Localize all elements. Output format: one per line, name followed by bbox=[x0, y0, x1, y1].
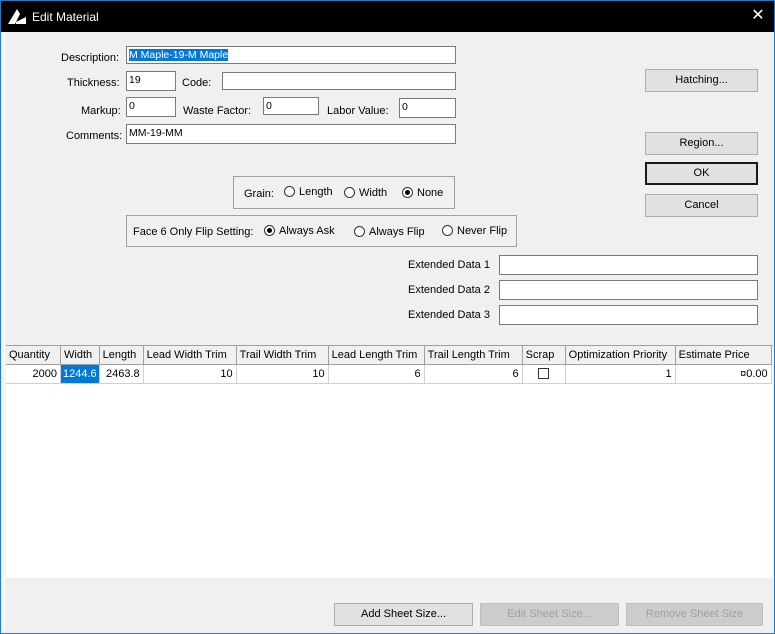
extended-data-2-label: Extended Data 2 bbox=[408, 284, 490, 296]
radio-button[interactable] bbox=[354, 226, 365, 237]
window-title: Edit Material bbox=[32, 10, 99, 24]
flip-setting-group: Face 6 Only Flip Setting: Always Ask Alw… bbox=[126, 215, 517, 247]
cancel-button[interactable]: Cancel bbox=[645, 194, 758, 217]
cell-width[interactable]: 1244.6 bbox=[60, 364, 100, 384]
extended-data-1-field[interactable] bbox=[499, 255, 758, 275]
radio-button[interactable] bbox=[442, 225, 453, 236]
description-field[interactable]: M Maple-19-M Maple bbox=[126, 46, 456, 64]
sheet-size-grid[interactable]: Quantity Width Length Lead Width Trim Tr… bbox=[6, 345, 773, 579]
code-field[interactable] bbox=[222, 72, 456, 90]
col-header-quantity[interactable]: Quantity bbox=[6, 346, 61, 365]
ok-button[interactable]: OK bbox=[645, 162, 758, 185]
cell-trail-length-trim[interactable]: 6 bbox=[424, 364, 523, 384]
comments-label: Comments: bbox=[66, 130, 123, 142]
labor-value-label: Labor Value: bbox=[327, 105, 389, 117]
extended-data-3-field[interactable] bbox=[499, 305, 758, 325]
thickness-label: Thickness: bbox=[67, 77, 120, 89]
sheet-size-table: Quantity Width Length Lead Width Trim Tr… bbox=[6, 346, 772, 384]
cell-length[interactable]: 2463.8 bbox=[99, 364, 144, 384]
comments-field[interactable]: MM-19-MM bbox=[126, 124, 456, 144]
close-icon: ✕ bbox=[751, 7, 765, 24]
sheet-size-actions: Add Sheet Size... Edit Sheet Size... Rem… bbox=[6, 578, 773, 632]
cell-scrap[interactable] bbox=[522, 364, 566, 384]
flip-option-always-ask[interactable]: Always Ask bbox=[264, 225, 335, 237]
grain-label: Grain: bbox=[244, 188, 274, 200]
hatching-button[interactable]: Hatching... bbox=[645, 69, 758, 92]
flip-option-always-flip[interactable]: Always Flip bbox=[354, 226, 425, 238]
cell-lead-width-trim[interactable]: 10 bbox=[143, 364, 237, 384]
grain-group: Grain: Length Width None bbox=[233, 176, 455, 209]
col-header-width[interactable]: Width bbox=[60, 346, 100, 365]
close-button[interactable]: ✕ bbox=[750, 7, 766, 25]
radio-button[interactable] bbox=[344, 187, 355, 198]
col-header-length[interactable]: Length bbox=[99, 346, 144, 365]
remove-sheet-size-button[interactable]: Remove Sheet Size bbox=[626, 603, 763, 626]
grain-option-length-label: Length bbox=[299, 186, 333, 198]
extended-data-3-label: Extended Data 3 bbox=[408, 309, 490, 321]
cell-estimate-price[interactable]: ¤0.00 bbox=[675, 364, 772, 384]
flip-option-always-flip-label: Always Flip bbox=[369, 226, 425, 238]
scrap-checkbox[interactable] bbox=[538, 368, 550, 379]
cell-optimization-priority[interactable]: 1 bbox=[565, 364, 676, 384]
flip-option-never-flip-label: Never Flip bbox=[457, 225, 508, 237]
col-header-scrap[interactable]: Scrap bbox=[522, 346, 566, 365]
grain-option-width-label: Width bbox=[359, 187, 388, 199]
labor-value-field[interactable]: 0 bbox=[399, 98, 456, 118]
grain-option-length[interactable]: Length bbox=[284, 186, 333, 198]
code-label: Code: bbox=[182, 77, 212, 89]
extended-data-2-field[interactable] bbox=[499, 280, 758, 300]
region-button[interactable]: Region... bbox=[645, 132, 758, 155]
edit-sheet-size-button[interactable]: Edit Sheet Size... bbox=[480, 603, 619, 626]
radio-button[interactable] bbox=[284, 186, 295, 197]
col-header-trail-width-trim[interactable]: Trail Width Trim bbox=[236, 346, 329, 365]
table-row[interactable]: 2000 1244.6 2463.8 10 10 6 6 1 ¤0.00 bbox=[6, 364, 772, 384]
cell-trail-width-trim[interactable]: 10 bbox=[236, 364, 329, 384]
edit-material-dialog: Edit Material ✕ Description: M Maple-19-… bbox=[0, 0, 775, 634]
title-bar[interactable]: Edit Material ✕ bbox=[1, 1, 774, 32]
grain-option-width[interactable]: Width bbox=[344, 187, 387, 199]
cell-lead-length-trim[interactable]: 6 bbox=[328, 364, 425, 384]
cell-quantity[interactable]: 2000 bbox=[6, 364, 61, 384]
markup-field[interactable]: 0 bbox=[126, 97, 176, 117]
markup-label: Markup: bbox=[81, 105, 121, 117]
flip-option-never-flip[interactable]: Never Flip bbox=[442, 225, 507, 237]
col-header-trail-length-trim[interactable]: Trail Length Trim bbox=[424, 346, 523, 365]
radio-button-selected[interactable] bbox=[264, 225, 275, 236]
description-value: M Maple-19-M Maple bbox=[129, 49, 229, 61]
add-sheet-size-button[interactable]: Add Sheet Size... bbox=[334, 603, 473, 626]
description-label: Description: bbox=[61, 52, 120, 64]
flip-option-always-ask-label: Always Ask bbox=[279, 225, 335, 237]
waste-factor-field[interactable]: 0 bbox=[263, 97, 319, 115]
extended-data-1-label: Extended Data 1 bbox=[408, 259, 490, 271]
grain-option-none[interactable]: None bbox=[402, 187, 443, 199]
waste-factor-label: Waste Factor: bbox=[183, 105, 252, 117]
col-header-optimization-priority[interactable]: Optimization Priority bbox=[565, 346, 676, 365]
flip-setting-label: Face 6 Only Flip Setting: bbox=[133, 226, 254, 238]
col-header-lead-length-trim[interactable]: Lead Length Trim bbox=[328, 346, 425, 365]
radio-button-selected[interactable] bbox=[402, 187, 413, 198]
dialog-body: Description: M Maple-19-M Maple Thicknes… bbox=[4, 32, 773, 632]
thickness-field[interactable]: 19 bbox=[126, 71, 176, 91]
grid-header-row: Quantity Width Length Lead Width Trim Tr… bbox=[6, 346, 772, 365]
app-logo-icon bbox=[8, 9, 26, 24]
col-header-lead-width-trim[interactable]: Lead Width Trim bbox=[143, 346, 237, 365]
col-header-estimate-price[interactable]: Estimate Price bbox=[675, 346, 772, 365]
grain-option-none-label: None bbox=[417, 187, 444, 199]
